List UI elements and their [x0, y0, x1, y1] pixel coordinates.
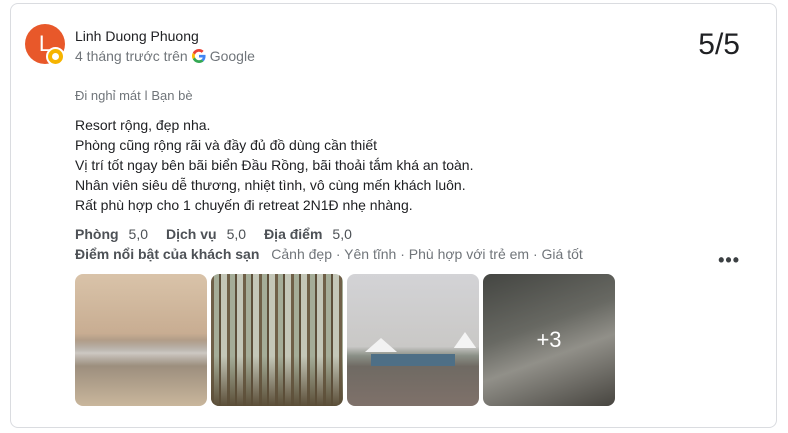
tent-shape — [365, 338, 397, 352]
review-score: 5/5 — [698, 28, 740, 61]
review-line: Resort rộng, đẹp nha. — [75, 117, 211, 133]
local-guide-badge-icon — [46, 47, 65, 66]
review-line: Rất phù hợp cho 1 chuyến đi retreat 2N1Đ… — [75, 197, 413, 213]
rating-label-service: Dịch vụ — [166, 226, 217, 242]
rating-value-location: 5,0 — [332, 226, 352, 242]
google-icon — [191, 49, 206, 63]
trip-info: Đi nghỉ mát ǀ Bạn bè — [75, 88, 193, 103]
review-photo-forest[interactable] — [211, 274, 343, 406]
review-text: Resort rộng, đẹp nha. Phòng cũng rộng rã… — [75, 115, 473, 215]
review-line: Phòng cũng rộng rãi và đầy đủ đồ dùng cầ… — [75, 137, 377, 153]
rating-label-location: Địa điểm — [264, 226, 323, 242]
review-photo-beach[interactable] — [75, 274, 207, 406]
review-line: Nhân viên siêu dễ thương, nhiệt tình, vô… — [75, 177, 466, 193]
highlights-label: Điểm nổi bật của khách sạn — [75, 246, 260, 262]
more-photos-count[interactable]: +3 — [483, 274, 615, 406]
pool-shape — [371, 354, 455, 366]
hotel-highlights: Điểm nổi bật của khách sạn Cảnh đẹp · Yê… — [75, 246, 583, 262]
review-time: 4 tháng trước trên — [75, 48, 188, 64]
review-line: Vị trí tốt ngay bên bãi biển Đầu Rồng, b… — [75, 157, 474, 173]
more-options-icon[interactable]: ••• — [718, 250, 740, 271]
author-name[interactable]: Linh Duong Phuong — [75, 28, 199, 44]
tent-shape — [453, 332, 477, 348]
highlights-text: Cảnh đẹp · Yên tĩnh · Phù hợp với trẻ em… — [271, 246, 583, 262]
trip-type: Đi nghỉ mát — [75, 88, 141, 103]
review-meta: 4 tháng trước trên Google — [75, 48, 255, 64]
review-source: Google — [209, 48, 255, 64]
review-photos: +3 — [75, 274, 615, 406]
rating-label-room: Phòng — [75, 226, 119, 242]
review-photo-hall[interactable]: +3 — [483, 274, 615, 406]
rating-value-service: 5,0 — [226, 226, 247, 242]
rating-value-room: 5,0 — [128, 226, 149, 242]
trip-company: Bạn bè — [151, 88, 193, 103]
review-photo-pool[interactable] — [347, 274, 479, 406]
sub-ratings: Phòng 5,0 Dịch vụ 5,0 Địa điểm 5,0 — [75, 226, 370, 242]
trip-separator: ǀ — [144, 88, 148, 103]
